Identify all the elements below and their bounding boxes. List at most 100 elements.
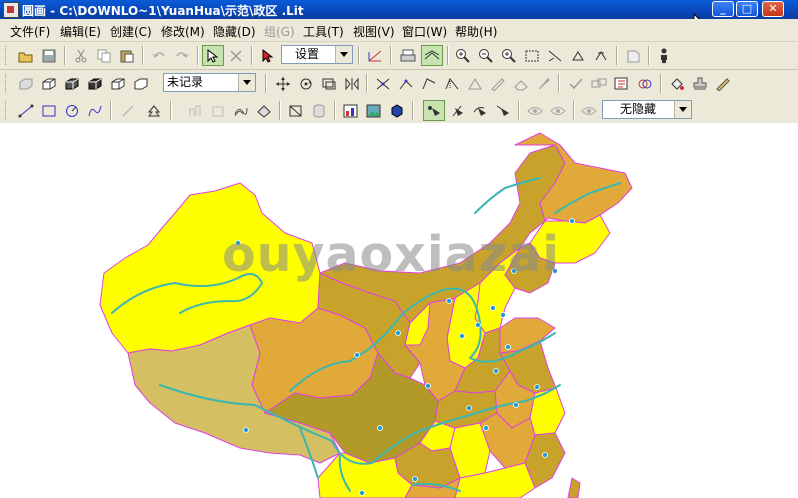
select-arrow-icon[interactable] bbox=[202, 45, 224, 66]
open-icon[interactable] bbox=[15, 45, 37, 66]
tree-icon[interactable] bbox=[143, 100, 165, 121]
measure-icon[interactable] bbox=[441, 73, 463, 94]
text-icon[interactable] bbox=[611, 73, 633, 94]
point-a-icon[interactable] bbox=[423, 100, 445, 121]
point-d-icon[interactable] bbox=[492, 100, 514, 121]
capital-marker[interactable] bbox=[466, 405, 472, 411]
cube-4-icon[interactable] bbox=[84, 73, 106, 94]
save-icon[interactable] bbox=[38, 45, 60, 66]
axis-icon[interactable] bbox=[364, 45, 386, 66]
rotate-icon[interactable] bbox=[567, 45, 589, 66]
vertex-icon[interactable] bbox=[372, 73, 394, 94]
close-button[interactable]: ✕ bbox=[762, 1, 784, 17]
zoom-area-icon[interactable] bbox=[498, 45, 520, 66]
capital-marker[interactable] bbox=[243, 427, 249, 433]
capital-marker[interactable] bbox=[354, 352, 360, 358]
capital-marker[interactable] bbox=[505, 344, 511, 350]
scale-icon[interactable] bbox=[318, 73, 340, 94]
diagonal-icon[interactable] bbox=[285, 100, 307, 121]
stamp-icon[interactable] bbox=[689, 73, 711, 94]
rect-icon[interactable] bbox=[38, 100, 60, 121]
edge-icon[interactable] bbox=[395, 73, 417, 94]
orbit-icon[interactable] bbox=[634, 73, 656, 94]
redo-icon[interactable] bbox=[171, 45, 193, 66]
menu-tools[interactable]: 工具(T) bbox=[303, 23, 344, 40]
maximize-button[interactable]: □ bbox=[736, 1, 758, 17]
capital-marker[interactable] bbox=[425, 383, 431, 389]
map-canvas[interactable]: ouyaoxiazai bbox=[0, 123, 798, 498]
paste-icon[interactable] bbox=[116, 45, 138, 66]
menu-view[interactable]: 视图(V) bbox=[353, 23, 395, 40]
capital-marker[interactable] bbox=[542, 452, 548, 458]
triangle-icon[interactable] bbox=[464, 73, 486, 94]
eraser-icon[interactable] bbox=[510, 73, 532, 94]
capital-marker[interactable] bbox=[500, 312, 506, 318]
mode-combo[interactable]: 设置 bbox=[281, 45, 353, 64]
cut-icon[interactable] bbox=[70, 45, 92, 66]
cylinder-icon[interactable] bbox=[308, 100, 330, 121]
globe-icon[interactable] bbox=[386, 100, 408, 121]
capital-marker[interactable] bbox=[459, 333, 465, 339]
region-taiwan[interactable] bbox=[567, 477, 581, 498]
hide-combo[interactable]: 无隐藏 bbox=[602, 100, 692, 119]
point-c-icon[interactable] bbox=[469, 100, 491, 121]
eye-1-icon[interactable] bbox=[524, 100, 546, 121]
menu-group[interactable]: 组(G) bbox=[264, 23, 295, 40]
print-icon[interactable] bbox=[397, 45, 419, 66]
cube-2-icon[interactable] bbox=[38, 73, 60, 94]
capital-marker[interactable] bbox=[446, 298, 452, 304]
move-icon[interactable] bbox=[622, 45, 644, 66]
person-icon[interactable] bbox=[653, 45, 675, 66]
eye-2-icon[interactable] bbox=[547, 100, 569, 121]
mirror-icon[interactable] bbox=[341, 73, 363, 94]
china-map[interactable] bbox=[0, 123, 798, 498]
grid-2-icon[interactable] bbox=[207, 100, 229, 121]
record-combo[interactable]: 未记录 bbox=[163, 73, 256, 92]
polyline-icon[interactable] bbox=[118, 100, 140, 121]
capital-marker[interactable] bbox=[377, 425, 383, 431]
capital-marker[interactable] bbox=[493, 368, 499, 374]
chart-icon[interactable] bbox=[340, 100, 362, 121]
refresh-icon[interactable] bbox=[590, 45, 612, 66]
menu-file[interactable]: 文件(F) bbox=[10, 23, 50, 40]
chevron-down-icon[interactable] bbox=[674, 101, 691, 118]
pan-icon[interactable] bbox=[544, 45, 566, 66]
layer-icon[interactable] bbox=[421, 45, 443, 66]
pointer-icon[interactable] bbox=[257, 45, 279, 66]
delete-x-icon[interactable] bbox=[225, 45, 247, 66]
fill-icon[interactable] bbox=[666, 73, 688, 94]
undo-icon[interactable] bbox=[148, 45, 170, 66]
region-zhejiang[interactable] bbox=[529, 387, 566, 436]
link-icon[interactable] bbox=[588, 73, 610, 94]
menu-hide[interactable]: 隐藏(D) bbox=[213, 23, 256, 40]
line-icon[interactable] bbox=[15, 100, 37, 121]
wave-icon[interactable] bbox=[230, 100, 252, 121]
fit-icon[interactable] bbox=[521, 45, 543, 66]
capital-marker[interactable] bbox=[475, 322, 481, 328]
circle-icon[interactable] bbox=[61, 100, 83, 121]
chevron-down-icon[interactable] bbox=[238, 74, 255, 91]
angle-icon[interactable] bbox=[418, 73, 440, 94]
zoom-out-icon[interactable] bbox=[475, 45, 497, 66]
eye-3-icon[interactable] bbox=[578, 100, 600, 121]
cube-1-icon[interactable] bbox=[15, 73, 37, 94]
app-icon[interactable] bbox=[3, 2, 19, 18]
capital-marker[interactable] bbox=[490, 305, 496, 311]
menu-window[interactable]: 窗口(W) bbox=[402, 23, 447, 40]
chevron-down-icon[interactable] bbox=[335, 46, 352, 63]
menu-modify[interactable]: 修改(M) bbox=[161, 23, 205, 40]
capital-marker[interactable] bbox=[513, 402, 519, 408]
point-b-icon[interactable] bbox=[446, 100, 468, 121]
capital-marker[interactable] bbox=[569, 218, 575, 224]
zoom-in-icon[interactable] bbox=[452, 45, 474, 66]
image-icon[interactable] bbox=[363, 100, 385, 121]
curve-icon[interactable] bbox=[84, 100, 106, 121]
shape-icon[interactable] bbox=[253, 100, 275, 121]
rotate-view-icon[interactable] bbox=[295, 73, 317, 94]
grid-1-icon[interactable] bbox=[184, 100, 206, 121]
capital-marker[interactable] bbox=[412, 476, 418, 482]
cube-3-icon[interactable] bbox=[61, 73, 83, 94]
menu-help[interactable]: 帮助(H) bbox=[455, 23, 497, 40]
capital-marker[interactable] bbox=[359, 490, 365, 496]
move-cross-icon[interactable] bbox=[272, 73, 294, 94]
